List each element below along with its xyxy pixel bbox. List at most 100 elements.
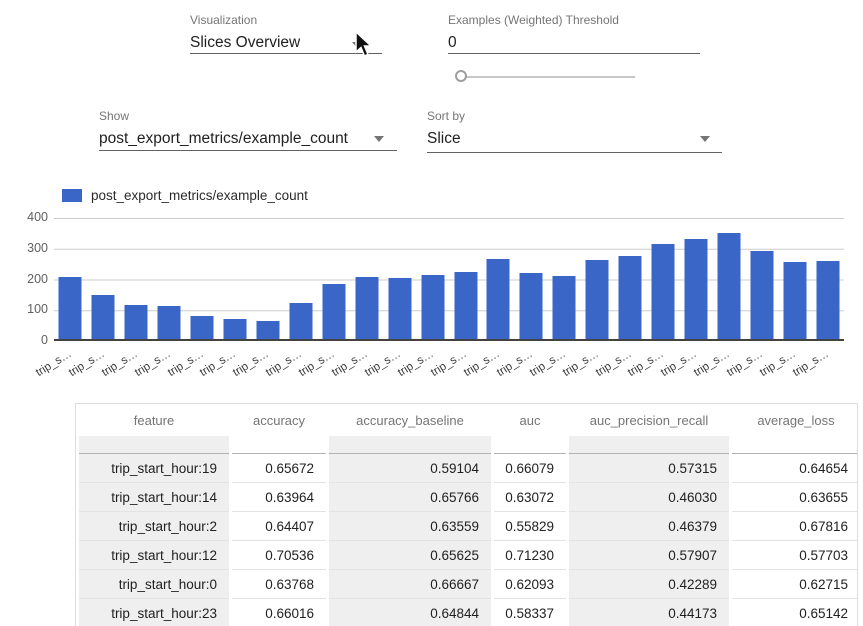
visualization-label: Visualization	[190, 13, 382, 27]
legend-label: post_export_metrics/example_count	[91, 188, 308, 203]
cell-average-loss: 0.57703	[732, 541, 858, 570]
bar-4[interactable]	[191, 316, 214, 339]
x-axis-label: trip_s…	[34, 348, 74, 379]
bar-7[interactable]	[289, 303, 312, 339]
column-header-auc[interactable]: auc	[494, 404, 566, 436]
bar-12[interactable]	[454, 272, 477, 339]
filter-cell	[232, 436, 326, 454]
bar-13[interactable]	[487, 259, 510, 339]
bar-22[interactable]	[783, 262, 806, 339]
threshold-slider[interactable]	[455, 68, 635, 86]
cell-auc: 0.62093	[494, 570, 566, 599]
cell-accuracy-baseline: 0.66667	[329, 570, 491, 599]
column-header-feature[interactable]: feature	[79, 404, 229, 436]
cell-average-loss: 0.65142	[732, 599, 858, 626]
bar-17[interactable]	[619, 256, 642, 339]
slider-thumb[interactable]	[455, 70, 467, 82]
cell-accuracy-baseline: 0.65625	[329, 541, 491, 570]
cell-feature: trip_start_hour:12	[79, 541, 229, 570]
cell-accuracy: 0.66016	[232, 599, 326, 626]
cell-feature: trip_start_hour:14	[79, 483, 229, 512]
cell-auc: 0.63072	[494, 483, 566, 512]
cell-auc-precision-recall: 0.46030	[569, 483, 729, 512]
bar-6[interactable]	[256, 321, 279, 339]
table-row: trip_start_hour:14 0.63964 0.65766 0.630…	[79, 483, 858, 512]
sort-by-select[interactable]: Sort by Slice	[427, 109, 722, 148]
cell-accuracy: 0.63964	[232, 483, 326, 512]
threshold-input[interactable]: Examples (Weighted) Threshold 0	[448, 13, 700, 52]
table-filter-row	[79, 436, 858, 454]
cell-accuracy-baseline: 0.65766	[329, 483, 491, 512]
cell-accuracy: 0.64407	[232, 512, 326, 541]
bar-14[interactable]	[520, 273, 543, 339]
y-axis-tick: 0	[0, 333, 48, 347]
legend-swatch	[62, 189, 82, 202]
cell-accuracy-baseline: 0.59104	[329, 454, 491, 483]
bar-11[interactable]	[421, 275, 444, 339]
bar-15[interactable]	[553, 276, 576, 339]
filter-cell	[569, 436, 729, 454]
bar-19[interactable]	[684, 239, 707, 339]
bar-0[interactable]	[59, 277, 82, 339]
chevron-down-icon[interactable]	[374, 136, 384, 142]
cell-auc-precision-recall: 0.42289	[569, 570, 729, 599]
cell-average-loss: 0.62715	[732, 570, 858, 599]
table-row: trip_start_hour:12 0.70536 0.65625 0.712…	[79, 541, 858, 570]
column-header-auc-precision-recall[interactable]: auc_precision_recall	[569, 404, 729, 436]
show-value: post_export_metrics/example_count	[99, 130, 397, 148]
bar-20[interactable]	[717, 233, 740, 339]
chevron-down-icon[interactable]	[700, 136, 710, 142]
cell-accuracy-baseline: 0.64844	[329, 599, 491, 626]
bar-8[interactable]	[322, 284, 345, 339]
cell-auc: 0.55829	[494, 512, 566, 541]
column-header-average-loss[interactable]: average_loss	[732, 404, 858, 436]
column-header-accuracy[interactable]: accuracy	[232, 404, 326, 436]
cell-feature: trip_start_hour:0	[79, 570, 229, 599]
bar-18[interactable]	[652, 244, 675, 339]
filter-cell	[79, 436, 229, 454]
bar-10[interactable]	[388, 278, 411, 339]
cell-average-loss: 0.63655	[732, 483, 858, 512]
show-select[interactable]: Show post_export_metrics/example_count	[99, 109, 397, 148]
bar-2[interactable]	[125, 305, 148, 339]
y-axis-tick: 200	[0, 272, 48, 286]
sort-by-label: Sort by	[427, 109, 722, 123]
show-label: Show	[99, 109, 397, 123]
cell-accuracy: 0.63768	[232, 570, 326, 599]
table-row: trip_start_hour:2 0.64407 0.63559 0.5582…	[79, 512, 858, 541]
mouse-cursor	[355, 31, 375, 59]
cell-feature: trip_start_hour:2	[79, 512, 229, 541]
column-header-accuracy-baseline[interactable]: accuracy_baseline	[329, 404, 491, 436]
visualization-underline	[190, 53, 382, 54]
bar-9[interactable]	[355, 277, 378, 339]
slider-track[interactable]	[461, 76, 635, 78]
bar-3[interactable]	[158, 306, 181, 339]
cell-auc-precision-recall: 0.57907	[569, 541, 729, 570]
cell-feature: trip_start_hour:19	[79, 454, 229, 483]
cell-auc: 0.71230	[494, 541, 566, 570]
table-row: trip_start_hour:0 0.63768 0.66667 0.6209…	[79, 570, 858, 599]
sort-by-underline	[427, 152, 722, 153]
cell-auc-precision-recall: 0.57315	[569, 454, 729, 483]
bar-23[interactable]	[816, 261, 839, 339]
cell-auc: 0.66079	[494, 454, 566, 483]
bar-16[interactable]	[586, 260, 609, 339]
y-axis: 4003002001000	[0, 218, 48, 341]
cell-feature: trip_start_hour:23	[79, 599, 229, 626]
cell-average-loss: 0.67816	[732, 512, 858, 541]
chart-legend: post_export_metrics/example_count	[62, 188, 308, 203]
bar-1[interactable]	[92, 295, 115, 339]
table-row: trip_start_hour:19 0.65672 0.59104 0.660…	[79, 454, 858, 483]
x-axis: trip_s…trip_s…trip_s…trip_s…trip_s…trip_…	[54, 344, 844, 390]
cell-accuracy: 0.65672	[232, 454, 326, 483]
y-axis-tick: 400	[0, 210, 48, 224]
show-underline	[99, 150, 397, 151]
bar-21[interactable]	[750, 251, 773, 339]
table-header-row: feature accuracy accuracy_baseline auc a…	[79, 404, 858, 436]
bar-5[interactable]	[224, 319, 247, 339]
threshold-label: Examples (Weighted) Threshold	[448, 13, 700, 27]
cell-average-loss: 0.64654	[732, 454, 858, 483]
sort-by-value: Slice	[427, 130, 722, 148]
y-axis-tick: 300	[0, 241, 48, 255]
threshold-underline	[448, 53, 700, 54]
